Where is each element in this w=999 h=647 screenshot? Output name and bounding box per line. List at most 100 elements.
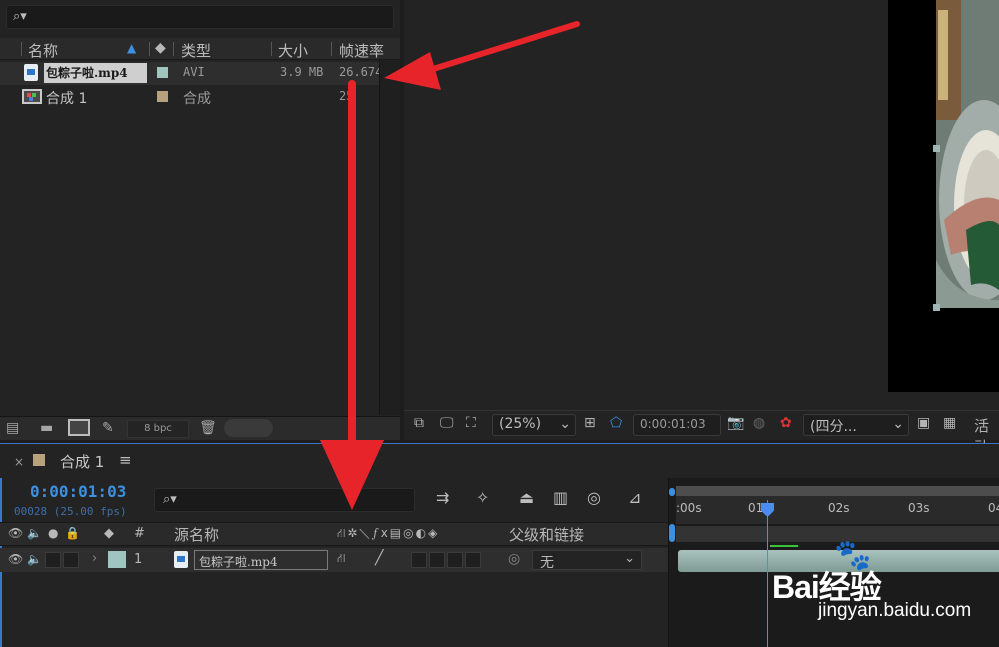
transform-handle[interactable]	[933, 145, 940, 152]
tick-label: 02s	[828, 501, 850, 515]
lock-switch[interactable]	[63, 552, 79, 568]
viewer-toolbar: ⧉ 🖵 ⛶ (25%) ⌄ ⊞ ⬠ 0:00:01:03 📷 ◍ ✿ (四分...…	[404, 410, 999, 456]
layer-switches-icons[interactable]: ⛙✲⟍𝑓x▤◎◐◈	[337, 526, 439, 542]
sort-ascending-icon[interactable]: ▲	[127, 41, 136, 55]
item-type: 合成	[183, 91, 211, 107]
column-name[interactable]: 名称	[28, 40, 58, 61]
column-framerate[interactable]: 帧速率	[339, 40, 384, 61]
zoom-slider-handle[interactable]	[669, 524, 675, 542]
layer-name-field[interactable]: 包粽子啦.mp4	[194, 550, 328, 570]
column-type[interactable]: 类型	[181, 40, 211, 61]
frame-blend-switch[interactable]	[429, 552, 445, 568]
quality-switch-icon[interactable]: ╱	[375, 550, 383, 566]
footage-preview-image[interactable]	[936, 0, 999, 308]
label-color-swatch[interactable]	[157, 91, 168, 102]
3d-layer-switch[interactable]	[465, 552, 481, 568]
timeline-tab[interactable]: × 合成 1 ≡	[0, 447, 999, 477]
project-scrollbar[interactable]	[379, 60, 400, 415]
label-tag-icon[interactable]: ◆	[104, 526, 114, 541]
video-file-icon	[174, 551, 188, 568]
search-icon: ⌕▾	[163, 492, 177, 507]
transform-handle[interactable]	[933, 304, 940, 311]
panel-slider[interactable]	[224, 419, 273, 437]
footage-frame	[936, 0, 999, 308]
work-area-bar[interactable]	[676, 486, 999, 496]
composition-icon	[22, 89, 42, 104]
audio-icon[interactable]: 🔈	[27, 552, 42, 566]
shy-layers-icon[interactable]: ⏏	[519, 488, 534, 507]
motion-blur-switch[interactable]	[447, 552, 463, 568]
column-parent[interactable]: 父级和链接	[509, 524, 584, 545]
expand-chevron-icon[interactable]: ›	[92, 551, 97, 566]
item-name[interactable]: 包粽子啦.mp4	[44, 63, 147, 83]
label-color-swatch[interactable]	[157, 67, 168, 78]
transparency-grid-icon[interactable]: ▦	[943, 415, 956, 431]
video-visibility-icon[interactable]: 👁	[8, 552, 23, 566]
new-folder-icon[interactable]: ▬	[40, 420, 53, 436]
show-snapshot-icon[interactable]: ◍	[753, 415, 765, 431]
column-number[interactable]: #	[134, 526, 145, 541]
effect-switch[interactable]	[411, 552, 427, 568]
new-composition-icon[interactable]	[68, 419, 90, 436]
timeline-controls: 0:00:01:03 00028 (25.00 fps) ⌕▾ ⇉ ✧ ⏏ ▥ …	[0, 478, 668, 522]
frame-count: 00028 (25.00 fps)	[14, 505, 127, 518]
shy-switch-icon[interactable]: ⛙	[337, 551, 345, 567]
cache-indicator	[770, 545, 798, 547]
viewer-timecode[interactable]: 0:00:01:03	[633, 414, 721, 436]
chevron-down-icon: ⌄	[624, 551, 635, 566]
pick-whip-icon[interactable]: ◎	[508, 551, 520, 567]
video-visibility-icon[interactable]: 👁	[8, 526, 23, 540]
solo-switch[interactable]	[45, 552, 61, 568]
solo-icon[interactable]: ●	[48, 526, 58, 540]
tab-title[interactable]: 合成 1	[60, 451, 104, 472]
resolution-dropdown[interactable]: (四分... ⌄	[803, 414, 909, 436]
current-time-indicator[interactable]	[767, 500, 768, 647]
channel-rgb-icon[interactable]: ✿	[780, 415, 792, 431]
motion-blur-icon[interactable]: ◎	[587, 488, 601, 507]
column-size[interactable]: 大小	[278, 40, 308, 61]
trash-icon[interactable]: 🗑	[199, 420, 217, 436]
item-size: 3.9 MB	[280, 65, 324, 79]
frame-blending-icon[interactable]: ▥	[553, 488, 568, 507]
region-of-interest-icon[interactable]: ⬠	[610, 415, 622, 431]
chevron-down-icon: ⌄	[892, 416, 904, 432]
work-area-start-handle[interactable]	[669, 488, 675, 496]
close-icon[interactable]: ×	[14, 455, 24, 469]
interpret-footage-icon[interactable]: ▤	[6, 420, 19, 436]
lock-icon[interactable]: 🔒	[65, 526, 80, 540]
fast-previews-icon[interactable]: ▣	[917, 415, 930, 431]
magnification-dropdown[interactable]: (25%) ⌄	[492, 414, 576, 436]
timeline-column-header: 👁 🔈 ● 🔒 ◆ # 源名称 ⛙✲⟍𝑓x▤◎◐◈ 父级和链接	[0, 522, 668, 546]
layer-search-input[interactable]: ⌕▾	[154, 488, 415, 512]
layer-label-color[interactable]	[108, 551, 126, 568]
item-name[interactable]: 合成 1	[46, 88, 87, 108]
current-time-display[interactable]: 0:00:01:03	[30, 482, 126, 501]
search-icon: ⌕▾	[13, 9, 27, 24]
mask-visibility-icon[interactable]: ⛶	[466, 415, 476, 431]
panel-menu-icon[interactable]: ≡	[119, 451, 132, 469]
layer-row[interactable]: 👁 🔈 › 1 包粽子啦.mp4 ⛙ ╱ ◎ 无 ⌄	[0, 548, 668, 572]
item-framerate: 26.674	[339, 65, 383, 79]
item-type: AVI	[183, 65, 205, 79]
tick-label: :00s	[676, 501, 702, 515]
draft-3d-icon[interactable]: ✧	[476, 488, 489, 507]
title-safe-icon[interactable]: ⊞	[584, 415, 596, 431]
label-tag-icon[interactable]: ◆	[155, 40, 166, 56]
graph-editor-icon[interactable]: ⊿	[628, 488, 641, 507]
always-preview-icon[interactable]: ⧉	[414, 415, 424, 431]
snapshot-camera-icon[interactable]: 📷	[727, 415, 744, 431]
audio-icon[interactable]: 🔈	[27, 526, 42, 540]
project-settings-icon[interactable]: ✎	[102, 420, 114, 436]
tick-label: 01	[748, 501, 764, 515]
monitor-icon[interactable]: 🖵	[440, 415, 454, 431]
project-search-input[interactable]: ⌕▾	[6, 5, 394, 29]
project-bottom-toolbar: ▤ ▬ ✎ 8 bpc 🗑	[0, 416, 400, 440]
tab-label-color	[33, 454, 45, 466]
bit-depth-button[interactable]: 8 bpc	[127, 420, 189, 438]
project-item-row[interactable]: 包粽子啦.mp4 AVI 3.9 MB 26.674	[0, 62, 383, 85]
watermark-url: jingyan.baidu.com	[818, 600, 972, 621]
column-source-name[interactable]: 源名称	[174, 524, 219, 545]
comp-mini-flowchart-icon[interactable]: ⇉	[436, 488, 449, 507]
project-item-row[interactable]: 合成 1 合成 25	[0, 86, 380, 109]
parent-dropdown[interactable]: 无 ⌄	[532, 550, 642, 571]
